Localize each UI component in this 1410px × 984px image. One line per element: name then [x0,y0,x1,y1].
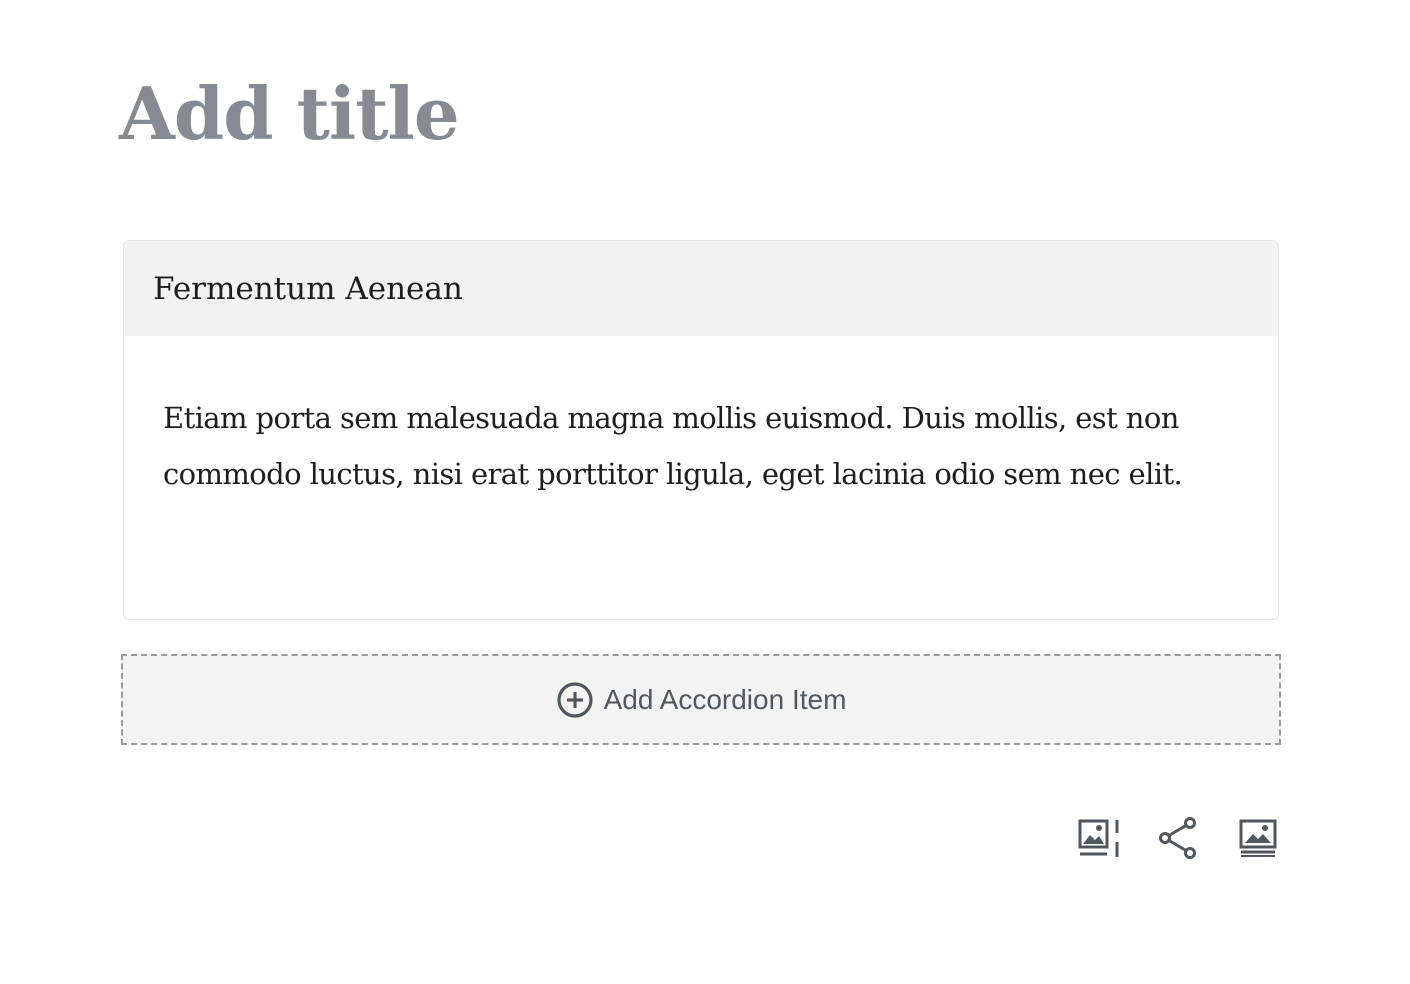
accordion-item-content[interactable]: Etiam porta sem malesuada magna mollis e… [124,336,1278,502]
cover-image-icon[interactable] [1236,814,1280,860]
add-accordion-item-button[interactable]: Add Accordion Item [121,654,1281,745]
accordion-block[interactable]: Fermentum Aenean Etiam porta sem malesua… [123,240,1279,620]
accordion-item-header[interactable]: Fermentum Aenean [124,241,1278,336]
page-title[interactable]: Add title [119,66,460,162]
accordion-item-text[interactable]: Etiam porta sem malesuada magna mollis e… [163,390,1238,502]
plus-circle-icon [556,681,594,719]
accordion-item-title[interactable]: Fermentum Aenean [153,271,463,307]
block-toolbar-icons [1076,814,1280,860]
media-text-icon[interactable] [1076,814,1120,860]
share-icon[interactable] [1156,814,1200,860]
add-accordion-item-label: Add Accordion Item [603,683,847,715]
